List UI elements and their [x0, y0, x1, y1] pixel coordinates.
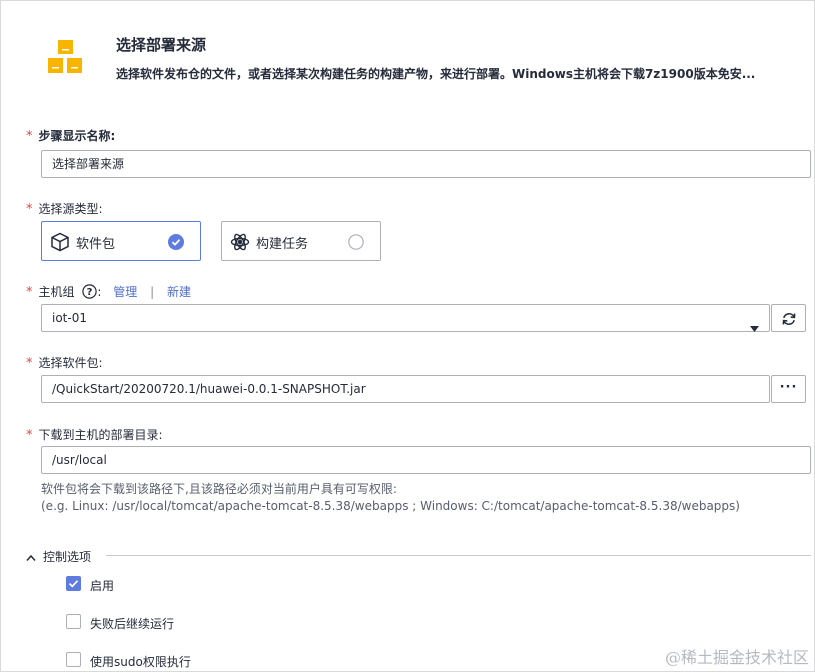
help-icon[interactable]: ? [82, 284, 98, 302]
sudo-checkbox-label: 使用sudo权限执行 [90, 655, 191, 669]
source-type-label: * 选择源类型: [26, 202, 103, 217]
enable-checkbox-label: 启用 [90, 579, 115, 593]
package-icon [50, 232, 70, 255]
deploy-dir-label: * 下载到主机的部署目录: [26, 428, 163, 443]
continue-on-failure-checkbox[interactable] [66, 614, 81, 629]
watermark: @稀土掘金技术社区 [664, 648, 809, 667]
page-title: 选择部署来源 [116, 36, 207, 54]
panel-frame [0, 0, 815, 672]
step-name-input[interactable]: 选择部署来源 [41, 150, 811, 178]
source-option-label: 软件包 [76, 237, 116, 252]
deploy-dir-hint-line1: 软件包将会下载到该路径下,且该路径必须对当前用户具有可写权限: [41, 482, 397, 496]
package-label: * 选择软件包: [26, 356, 103, 371]
browse-package-button[interactable]: ··· [771, 375, 806, 403]
enable-checkbox[interactable] [66, 576, 81, 591]
manage-link[interactable]: 管理 [113, 285, 137, 299]
control-options-header[interactable]: 控制选项 [26, 548, 811, 564]
deploy-dir-input[interactable]: /usr/local [41, 446, 811, 474]
link-separator: | [150, 285, 155, 299]
source-option-label: 构建任务 [256, 237, 309, 252]
section-divider [106, 555, 811, 556]
chevron-up-icon [26, 551, 36, 565]
package-path-input[interactable]: /QuickStart/20200720.1/huawei-0.0.1-SNAP… [41, 375, 770, 403]
required-mark: * [26, 428, 33, 443]
radio-circle-icon [348, 234, 364, 253]
svg-text:?: ? [87, 287, 93, 298]
required-mark: * [26, 129, 33, 144]
host-group-label-row: * 主机组 ? : 管理 | 新建 [26, 283, 191, 302]
checkmark-icon [68, 580, 79, 588]
source-option-package[interactable]: 软件包 [41, 221, 201, 261]
required-mark: * [26, 356, 33, 371]
control-options-title: 控制选项 [43, 550, 92, 564]
host-group-label: 主机组 [38, 285, 75, 299]
host-group-value: iot-01 [52, 311, 87, 325]
sudo-checkbox[interactable] [66, 652, 81, 667]
refresh-icon [781, 311, 797, 330]
refresh-button[interactable] [771, 304, 806, 332]
page-description: 选择软件发布仓的文件，或者选择某次构建任务的构建产物，来进行部署。Windows… [116, 67, 756, 81]
caret-down-icon [750, 315, 759, 341]
required-mark: * [26, 202, 33, 217]
new-host-group-link[interactable]: 新建 [167, 285, 191, 299]
required-mark: * [26, 285, 33, 300]
step-name-label: * 步骤显示名称: [26, 129, 116, 144]
deploy-dir-hint-line2: (e.g. Linux: /usr/local/tomcat/apache-to… [41, 499, 740, 513]
source-option-build-task[interactable]: 构建任务 [221, 221, 381, 261]
host-group-select[interactable]: iot-01 [41, 304, 770, 332]
build-task-icon [230, 232, 250, 255]
deploy-source-icon [48, 40, 84, 74]
continue-on-failure-label: 失败后继续运行 [90, 617, 175, 631]
check-circle-icon [168, 234, 184, 253]
host-group-colon: : [97, 285, 102, 299]
